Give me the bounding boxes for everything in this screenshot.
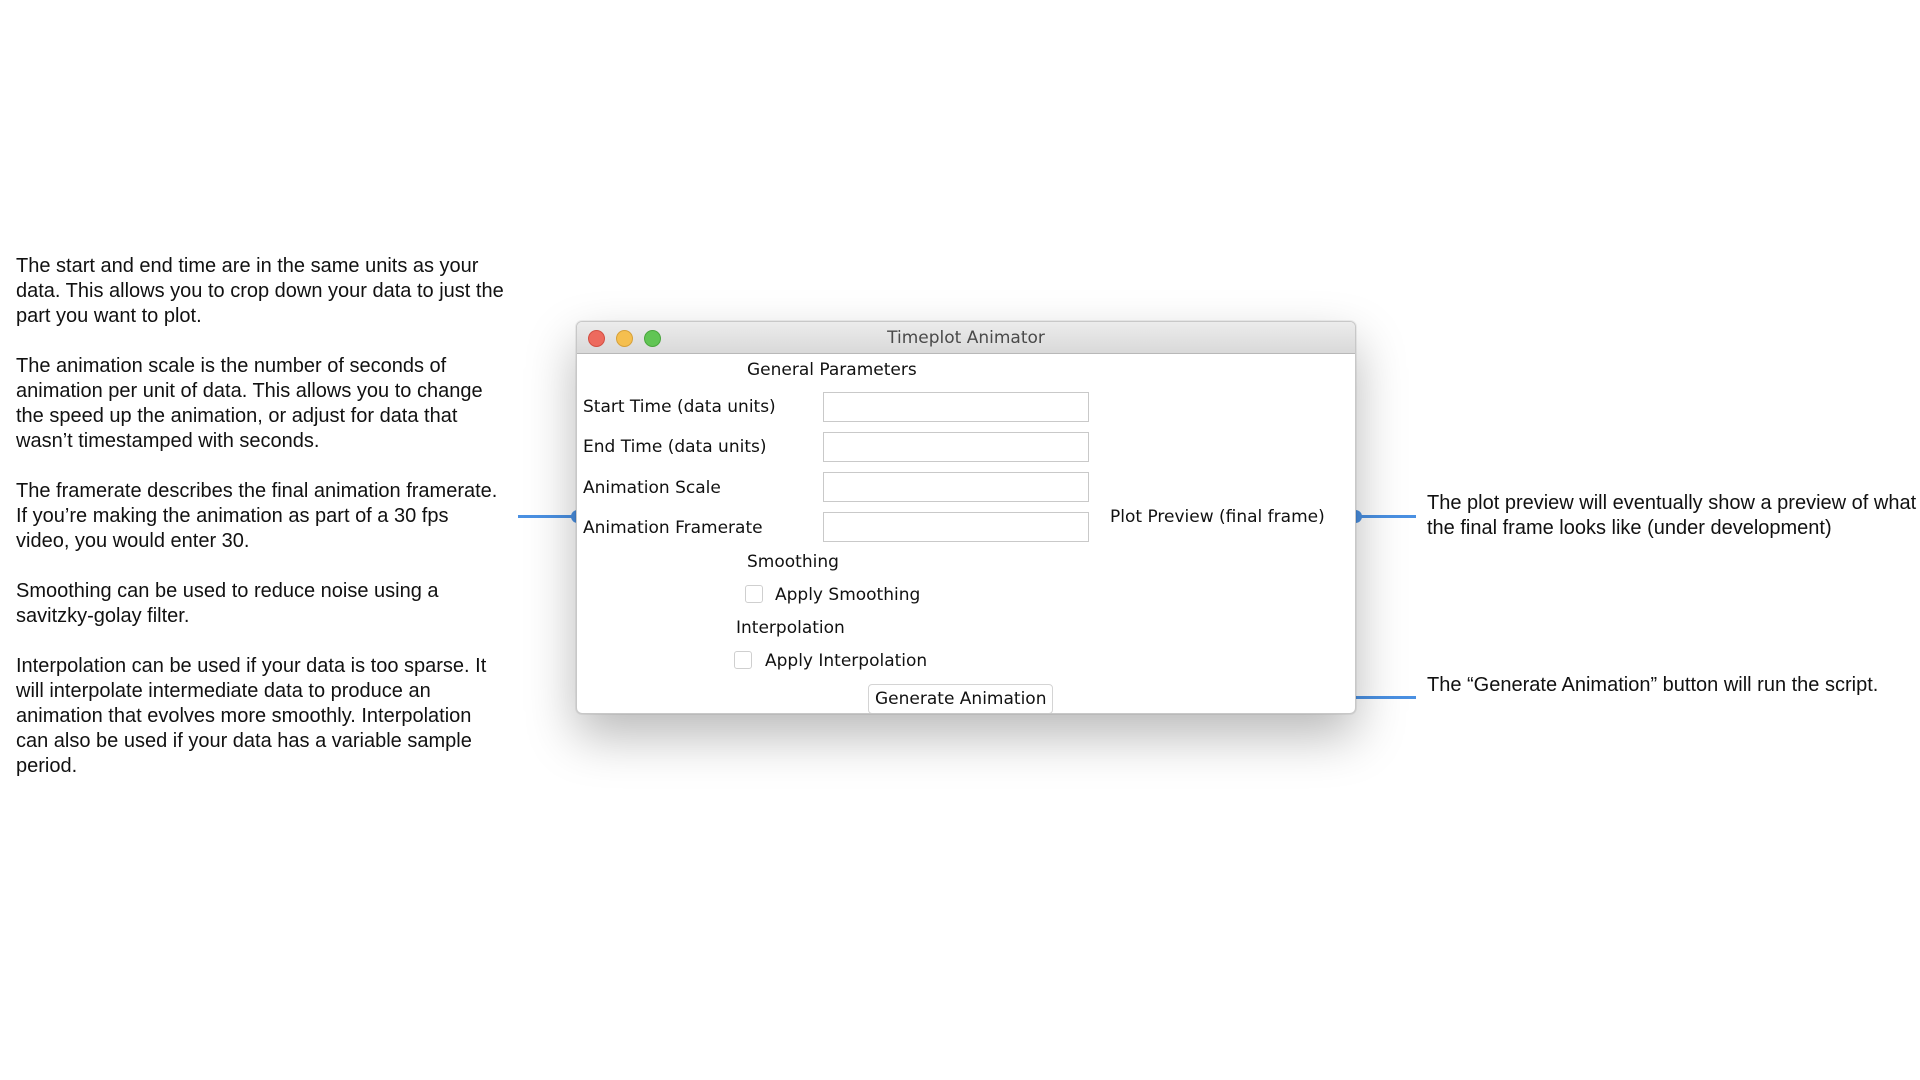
apply-interpolation-checkbox[interactable] [734,651,752,669]
form-panel: General Parameters Start Time (data unit… [577,354,1355,713]
end-time-input[interactable] [823,432,1089,462]
annotation-framerate: The framerate describes the final animat… [16,480,498,552]
apply-smoothing-checkbox[interactable] [745,585,763,603]
left-annotations: The start and end time are in the same u… [16,254,506,804]
app-window: Timeplot Animator General Parameters Sta… [576,321,1356,714]
section-heading-smoothing: Smoothing [747,552,839,572]
annotation-interpolation: Interpolation can be used if your data i… [16,655,487,777]
apply-interpolation-label[interactable]: Apply Interpolation [765,651,927,671]
start-time-input[interactable] [823,392,1089,422]
slide: The start and end time are in the same u… [0,0,1920,1080]
animation-framerate-input[interactable] [823,512,1089,542]
animation-framerate-label: Animation Framerate [583,518,763,538]
annotation-plot-preview: The plot preview will eventually show a … [1427,492,1917,539]
section-heading-interpolation: Interpolation [736,618,845,638]
end-time-label: End Time (data units) [583,437,767,457]
start-time-label: Start Time (data units) [583,397,776,417]
annotation-smoothing: Smoothing can be used to reduce noise us… [16,580,439,627]
annotation-generate-button: The “Generate Animation” button will run… [1427,674,1879,696]
apply-smoothing-label[interactable]: Apply Smoothing [775,585,920,605]
section-heading-general: General Parameters [747,360,917,380]
generate-animation-button[interactable]: Generate Animation [868,684,1054,713]
title-bar[interactable]: Timeplot Animator [577,322,1355,354]
callout-line-preview [1354,515,1416,518]
plot-preview-label: Plot Preview (final frame) [1110,507,1325,527]
animation-scale-label: Animation Scale [583,478,721,498]
animation-scale-input[interactable] [823,472,1089,502]
window-title: Timeplot Animator [887,328,1045,348]
annotation-time-range: The start and end time are in the same u… [16,255,504,327]
callout-line-left [518,515,576,518]
annotation-animation-scale: The animation scale is the number of sec… [16,355,483,452]
